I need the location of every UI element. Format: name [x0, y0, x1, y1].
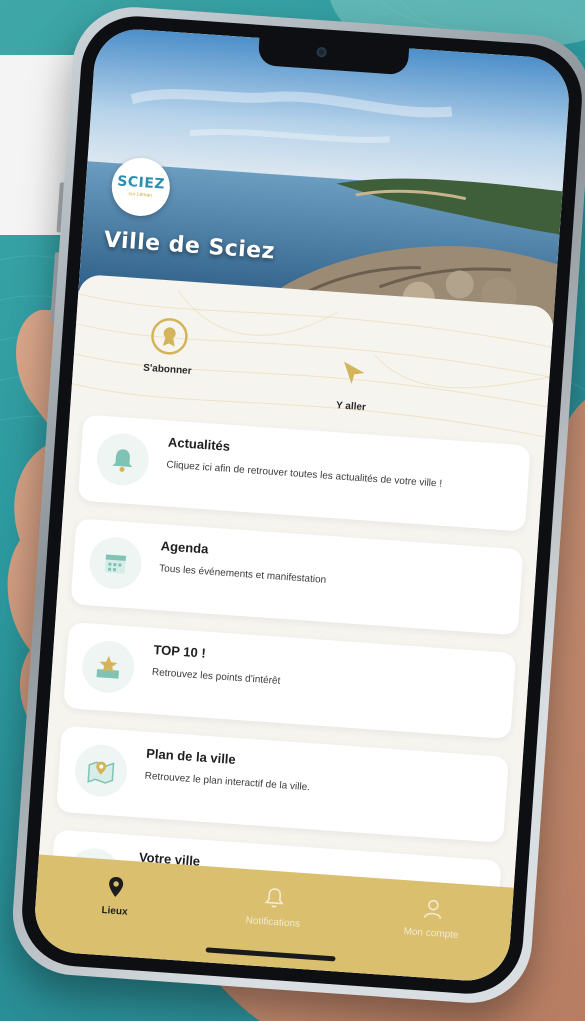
home-indicator[interactable] [205, 947, 336, 962]
logo-subtitle: sur Léman [128, 191, 153, 199]
card-description: Tous les événements et manifestation [158, 563, 327, 586]
card-title: TOP 10 ! [153, 642, 207, 661]
subscribe-label: S'abonner [142, 362, 192, 377]
directions-label: Y aller [335, 400, 367, 414]
phone-device: SCIEZ sur Léman Ville de Sciez S'abonner… [8, 3, 585, 1007]
list-item-agenda[interactable]: Agenda Tous les événements et manifestat… [70, 518, 524, 636]
navigation-arrow-icon [332, 352, 375, 395]
tab-lieux[interactable]: Lieux [59, 872, 172, 921]
tab-notifications[interactable]: Notifications [218, 883, 331, 932]
card-title: Actualités [167, 434, 231, 454]
phone-frame: SCIEZ sur Léman Ville de Sciez S'abonner… [8, 3, 585, 1007]
card-description: Cliquez ici afin de retrouver toutes les… [166, 459, 443, 490]
app-screen: SCIEZ sur Léman Ville de Sciez S'abonner… [32, 26, 572, 984]
list-item-top10[interactable]: TOP 10 ! Retrouvez les points d'intérêt [63, 622, 517, 740]
card-title: Agenda [160, 538, 209, 557]
location-pin-icon [104, 875, 127, 898]
list-item-actualites[interactable]: Actualités Cliquez ici afin de retrouver… [77, 414, 531, 532]
camera-icon [316, 46, 327, 58]
calendar-icon [87, 535, 144, 591]
logo-wordmark: SCIEZ [116, 173, 166, 193]
user-icon [421, 897, 444, 920]
map-pin-icon [73, 742, 129, 799]
bell-icon [94, 431, 151, 488]
subscribe-button[interactable]: S'abonner [143, 315, 195, 377]
card-title: Plan de la ville [145, 745, 237, 767]
tab-mon-compte[interactable]: Mon compte [376, 894, 489, 943]
tab-label: Mon compte [403, 926, 459, 941]
star-podium-icon [80, 639, 136, 695]
list-item-plan[interactable]: Plan de la ville Retrouvez le plan inter… [56, 725, 509, 843]
quick-actions: S'abonner Y aller [71, 304, 552, 427]
bell-icon [263, 886, 286, 909]
tab-label: Lieux [101, 905, 128, 918]
card-description: Retrouvez le plan interactif de la ville… [144, 770, 311, 794]
tab-label: Notifications [245, 915, 301, 930]
directions-button[interactable]: Y aller [331, 352, 375, 414]
card-description: Retrouvez les points d'intérêt [151, 666, 281, 687]
ribbon-badge-icon [148, 315, 191, 358]
